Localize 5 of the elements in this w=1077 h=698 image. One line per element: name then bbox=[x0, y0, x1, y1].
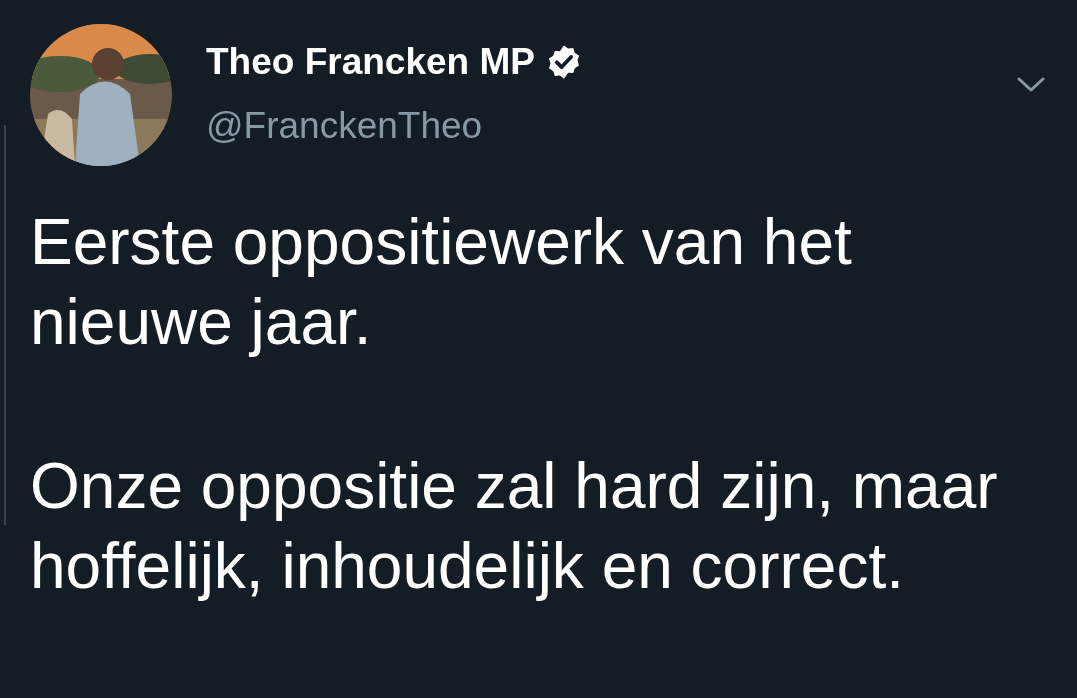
tweet-text: Eerste oppositiewerk van het nieuwe jaar. bbox=[30, 205, 853, 360]
author-name[interactable]: Theo Francken MP bbox=[206, 40, 535, 84]
tweet-text: Onze oppositie zal hard zijn, maar hoffelijk, inhoudelijk en correct. bbox=[30, 449, 999, 604]
author-handle[interactable]: @FranckenTheo bbox=[206, 104, 583, 148]
chevron-down-icon[interactable] bbox=[1017, 77, 1045, 93]
